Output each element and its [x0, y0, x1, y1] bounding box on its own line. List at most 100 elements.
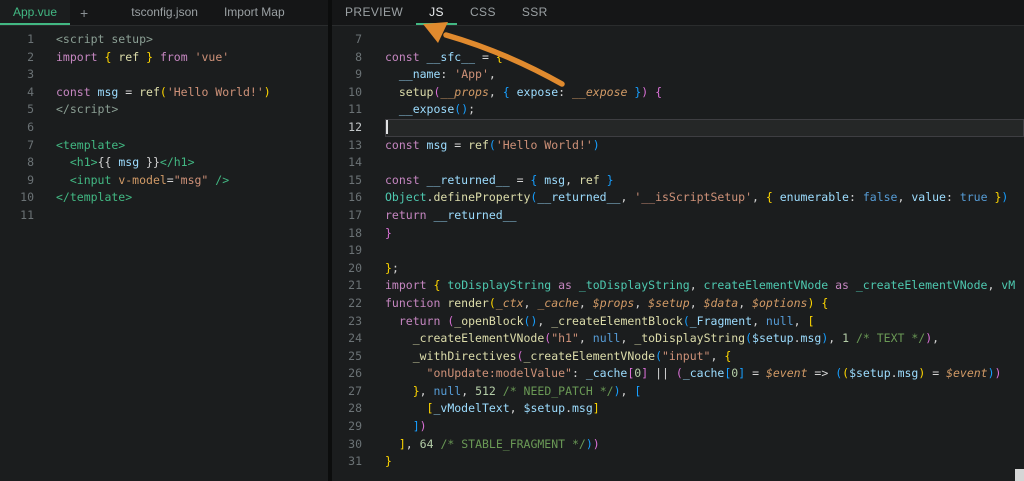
code-text: }; [385, 260, 399, 275]
code-line-18[interactable]: 18} [332, 225, 1024, 243]
line-number: 11 [20, 207, 34, 222]
code-line-1[interactable]: 1 <script setup> [0, 31, 328, 49]
code-line-9[interactable]: 9 <input v-model="msg" /> [0, 172, 328, 190]
code-text: return __returned__ [385, 207, 517, 222]
code-text [385, 118, 1024, 137]
code-line-21[interactable]: 21 import { toDisplayString as _toDisplay… [332, 277, 1024, 295]
code-line-2[interactable]: 2 import { ref } from 'vue' [0, 49, 328, 67]
code-line-28[interactable]: 28 [_vModelText, $setup.msg] [332, 400, 1024, 418]
compiled-js-editor[interactable]: 7 8 const __sfc__ = { 9 __name: 'App', 10 se… [332, 26, 1024, 481]
line-number: 1 [27, 32, 34, 46]
vue-sfc-playground: App.vue + tsconfig.json Import Map 1 <scr… [0, 0, 1024, 481]
line-number: 8 [355, 49, 362, 64]
code-line-11[interactable]: 11 [0, 207, 328, 225]
line-number: 22 [348, 295, 362, 310]
scrollbar-corner[interactable] [1015, 469, 1024, 481]
code-line-10[interactable]: 10 </template> [0, 189, 328, 207]
code-line-22[interactable]: 22 function render(_ctx, _cache, $props, … [332, 295, 1024, 313]
code-line-20[interactable]: 20}; [332, 260, 1024, 278]
code-line-30[interactable]: 30 ], 64 /* STABLE_FRAGMENT */)) [332, 436, 1024, 454]
code-text: Object.defineProperty(__returned__, '__i… [385, 190, 1009, 205]
line-number: 7 [355, 32, 362, 46]
code-text: ]) [412, 419, 427, 434]
code-line-29[interactable]: 29 ]) [332, 418, 1024, 436]
line-number: 24 [348, 331, 362, 346]
code-line-7[interactable]: 7 [332, 31, 1024, 49]
code-text: function render(_ctx, _cache, $props, $s… [385, 295, 829, 310]
new-file-button[interactable]: + [70, 0, 98, 25]
code-text: <input v-model="msg" /> [69, 172, 230, 187]
code-text: }, null, 512 /* NEED_PATCH */), [ [412, 383, 642, 398]
tab-tsconfig-json[interactable]: tsconfig.json [118, 0, 211, 25]
code-line-3[interactable]: 3 [0, 66, 328, 84]
code-line-27[interactable]: 27 }, null, 512 /* NEED_PATCH */), [ [332, 383, 1024, 401]
line-number: 25 [348, 348, 362, 363]
line-number: 11 [348, 102, 362, 117]
code-line-9[interactable]: 9 __name: 'App', [332, 66, 1024, 84]
code-text: <template> [56, 137, 126, 152]
line-number: 15 [348, 172, 362, 187]
line-number: 30 [348, 436, 362, 451]
vue-source-editor[interactable]: 1 <script setup> 2 import { ref } from 'vue… [0, 26, 328, 481]
code-line-7[interactable]: 7 <template> [0, 137, 328, 155]
code-text: _withDirectives(_createElementVNode("inp… [412, 348, 732, 363]
code-line-17[interactable]: 17 return __returned__ [332, 207, 1024, 225]
code-line-6[interactable]: 6 [0, 119, 328, 137]
code-line-16[interactable]: 16 Object.defineProperty(__returned__, '_… [332, 189, 1024, 207]
code-text: const msg = ref('Hello World!') [56, 84, 271, 99]
line-number: 5 [27, 102, 34, 117]
code-line-8[interactable]: 8 <h1>{{ msg }}</h1> [0, 154, 328, 172]
code-line-24[interactable]: 24 _createElementVNode("h1", null, _toDi… [332, 330, 1024, 348]
code-text: setup(__props, { expose: __expose }) { [398, 84, 663, 99]
code-text: const __sfc__ = { [385, 49, 503, 64]
code-line-12[interactable]: 12 [332, 118, 1024, 137]
line-number: 2 [27, 49, 34, 64]
line-number: 31 [348, 454, 362, 469]
code-line-14[interactable]: 14 [332, 154, 1024, 172]
line-number: 20 [348, 260, 362, 275]
file-tabbar: App.vue + tsconfig.json Import Map [0, 0, 328, 26]
line-number: 16 [348, 190, 362, 205]
code-line-10[interactable]: 10 setup(__props, { expose: __expose }) … [332, 84, 1024, 102]
line-number: 17 [348, 207, 362, 222]
tab-js[interactable]: JS [416, 0, 457, 25]
line-number: 9 [27, 172, 34, 187]
tab-import-map[interactable]: Import Map [211, 0, 298, 25]
code-line-25[interactable]: 25 _withDirectives(_createElementVNode("… [332, 348, 1024, 366]
code-line-15[interactable]: 15 const __returned__ = { msg, ref } [332, 172, 1024, 190]
line-number: 21 [348, 278, 362, 293]
line-number: 23 [348, 313, 362, 328]
line-number: 19 [348, 243, 362, 258]
code-text: return (_openBlock(), _createElementBloc… [398, 313, 815, 328]
code-text: <script setup> [56, 32, 153, 46]
code-line-8[interactable]: 8 const __sfc__ = { [332, 49, 1024, 67]
text-cursor [386, 120, 388, 135]
tab-app-vue[interactable]: App.vue [0, 0, 71, 25]
tab-ssr[interactable]: SSR [509, 0, 561, 25]
code-line-23[interactable]: 23 return (_openBlock(), _createElementB… [332, 313, 1024, 331]
output-tabbar: PREVIEW JS CSS SSR [332, 0, 1024, 26]
code-line-11[interactable]: 11 __expose(); [332, 101, 1024, 119]
code-line-5[interactable]: 5 </script> [0, 101, 328, 119]
code-line-13[interactable]: 13 const msg = ref('Hello World!') [332, 137, 1024, 155]
line-number: 3 [27, 67, 34, 82]
line-number: 13 [348, 137, 362, 152]
code-line-4[interactable]: 4 const msg = ref('Hello World!') [0, 84, 328, 102]
code-text: __expose(); [398, 102, 476, 117]
code-line-19[interactable]: 19 [332, 242, 1024, 260]
tab-preview[interactable]: PREVIEW [332, 0, 416, 25]
line-number: 8 [27, 155, 34, 170]
line-number: 6 [27, 119, 34, 134]
tab-css[interactable]: CSS [457, 0, 509, 25]
code-text: import { ref } from 'vue' [56, 49, 230, 64]
line-number: 4 [27, 84, 34, 99]
code-line-31[interactable]: 31} [332, 453, 1024, 471]
line-number: 26 [348, 366, 362, 381]
code-line-26[interactable]: 26 "onUpdate:modelValue": _cache[0] || (… [332, 365, 1024, 383]
code-text: </template> [56, 190, 133, 205]
line-number: 10 [20, 190, 34, 205]
code-text: import { toDisplayString as _toDisplaySt… [385, 278, 1016, 293]
